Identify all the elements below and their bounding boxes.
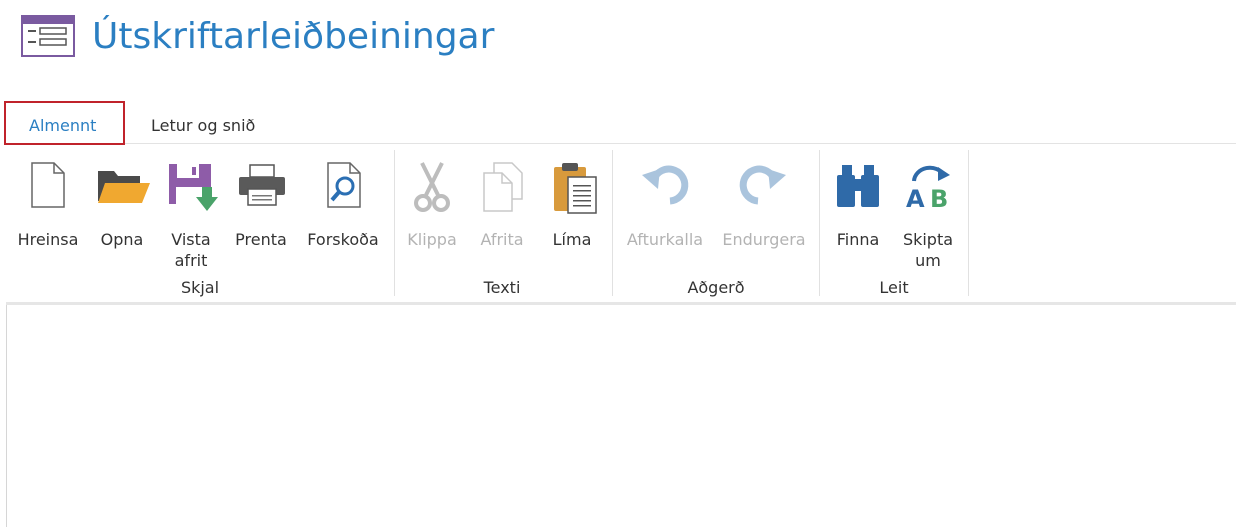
editor-area[interactable] bbox=[6, 305, 1235, 527]
svg-text:A: A bbox=[906, 185, 925, 211]
print-preview-icon bbox=[327, 162, 361, 208]
tab-letur-og-snid[interactable]: Letur og snið bbox=[151, 116, 255, 135]
svg-text:B: B bbox=[930, 185, 948, 211]
page-title: Útskriftarleiðbeiningar bbox=[92, 16, 495, 57]
group-label-texti: Texti bbox=[483, 278, 521, 297]
save-copy-label: Vista afrit bbox=[171, 230, 211, 270]
redo-icon bbox=[739, 165, 786, 205]
paste-button[interactable]: Líma bbox=[544, 155, 600, 275]
replace-label: Skipta um bbox=[902, 230, 954, 270]
clear-button[interactable]: Hreinsa bbox=[12, 155, 84, 275]
print-button[interactable]: Prenta bbox=[230, 155, 292, 275]
save-copy-button[interactable]: Vista afrit bbox=[162, 155, 220, 285]
tab-almennt[interactable]: Almennt bbox=[29, 116, 96, 135]
redo-label: Endurgera bbox=[722, 230, 806, 249]
ribbon: Hreinsa Opna Vista afrit Prenta Forskoða… bbox=[0, 145, 1236, 300]
cut-label: Klippa bbox=[407, 230, 457, 249]
form-window-icon bbox=[20, 14, 76, 62]
group-label-leit: Leit bbox=[879, 278, 909, 297]
print-preview-label: Forskoða bbox=[307, 230, 379, 249]
copy-label: Afrita bbox=[480, 230, 524, 249]
copy-icon bbox=[483, 162, 523, 212]
group-separator bbox=[394, 150, 395, 296]
redo-button[interactable]: Endurgera bbox=[716, 155, 812, 275]
open-button[interactable]: Opna bbox=[92, 155, 152, 275]
group-label-adgerd: Aðgerð bbox=[687, 278, 745, 297]
paste-label: Líma bbox=[552, 230, 592, 249]
scissors-icon bbox=[414, 162, 450, 212]
cut-button[interactable]: Klippa bbox=[400, 155, 464, 275]
ribbon-tabs: Almennt Letur og snið bbox=[0, 100, 1236, 144]
replace-button[interactable]: A B Skipta um bbox=[894, 155, 962, 285]
group-separator bbox=[612, 150, 613, 296]
undo-icon bbox=[642, 165, 689, 205]
new-document-icon bbox=[31, 162, 65, 208]
save-copy-icon bbox=[169, 164, 218, 211]
undo-button[interactable]: Afturkalla bbox=[620, 155, 710, 275]
ribbon-tab-divider bbox=[125, 143, 1236, 144]
replace-icon: A B bbox=[906, 165, 950, 211]
find-button[interactable]: Finna bbox=[830, 155, 886, 275]
paste-icon bbox=[554, 163, 597, 214]
group-separator bbox=[819, 150, 820, 296]
print-preview-button[interactable]: Forskoða bbox=[300, 155, 386, 275]
undo-label: Afturkalla bbox=[626, 230, 704, 249]
print-label: Prenta bbox=[235, 230, 287, 249]
clear-label: Hreinsa bbox=[17, 230, 79, 249]
binoculars-icon bbox=[837, 165, 879, 207]
open-label: Opna bbox=[100, 230, 144, 249]
printer-icon bbox=[239, 164, 285, 206]
group-label-skjal: Skjal bbox=[180, 278, 220, 297]
copy-button[interactable]: Afrita bbox=[472, 155, 532, 275]
find-label: Finna bbox=[836, 230, 880, 249]
open-folder-icon bbox=[98, 171, 150, 203]
group-separator bbox=[968, 150, 969, 296]
